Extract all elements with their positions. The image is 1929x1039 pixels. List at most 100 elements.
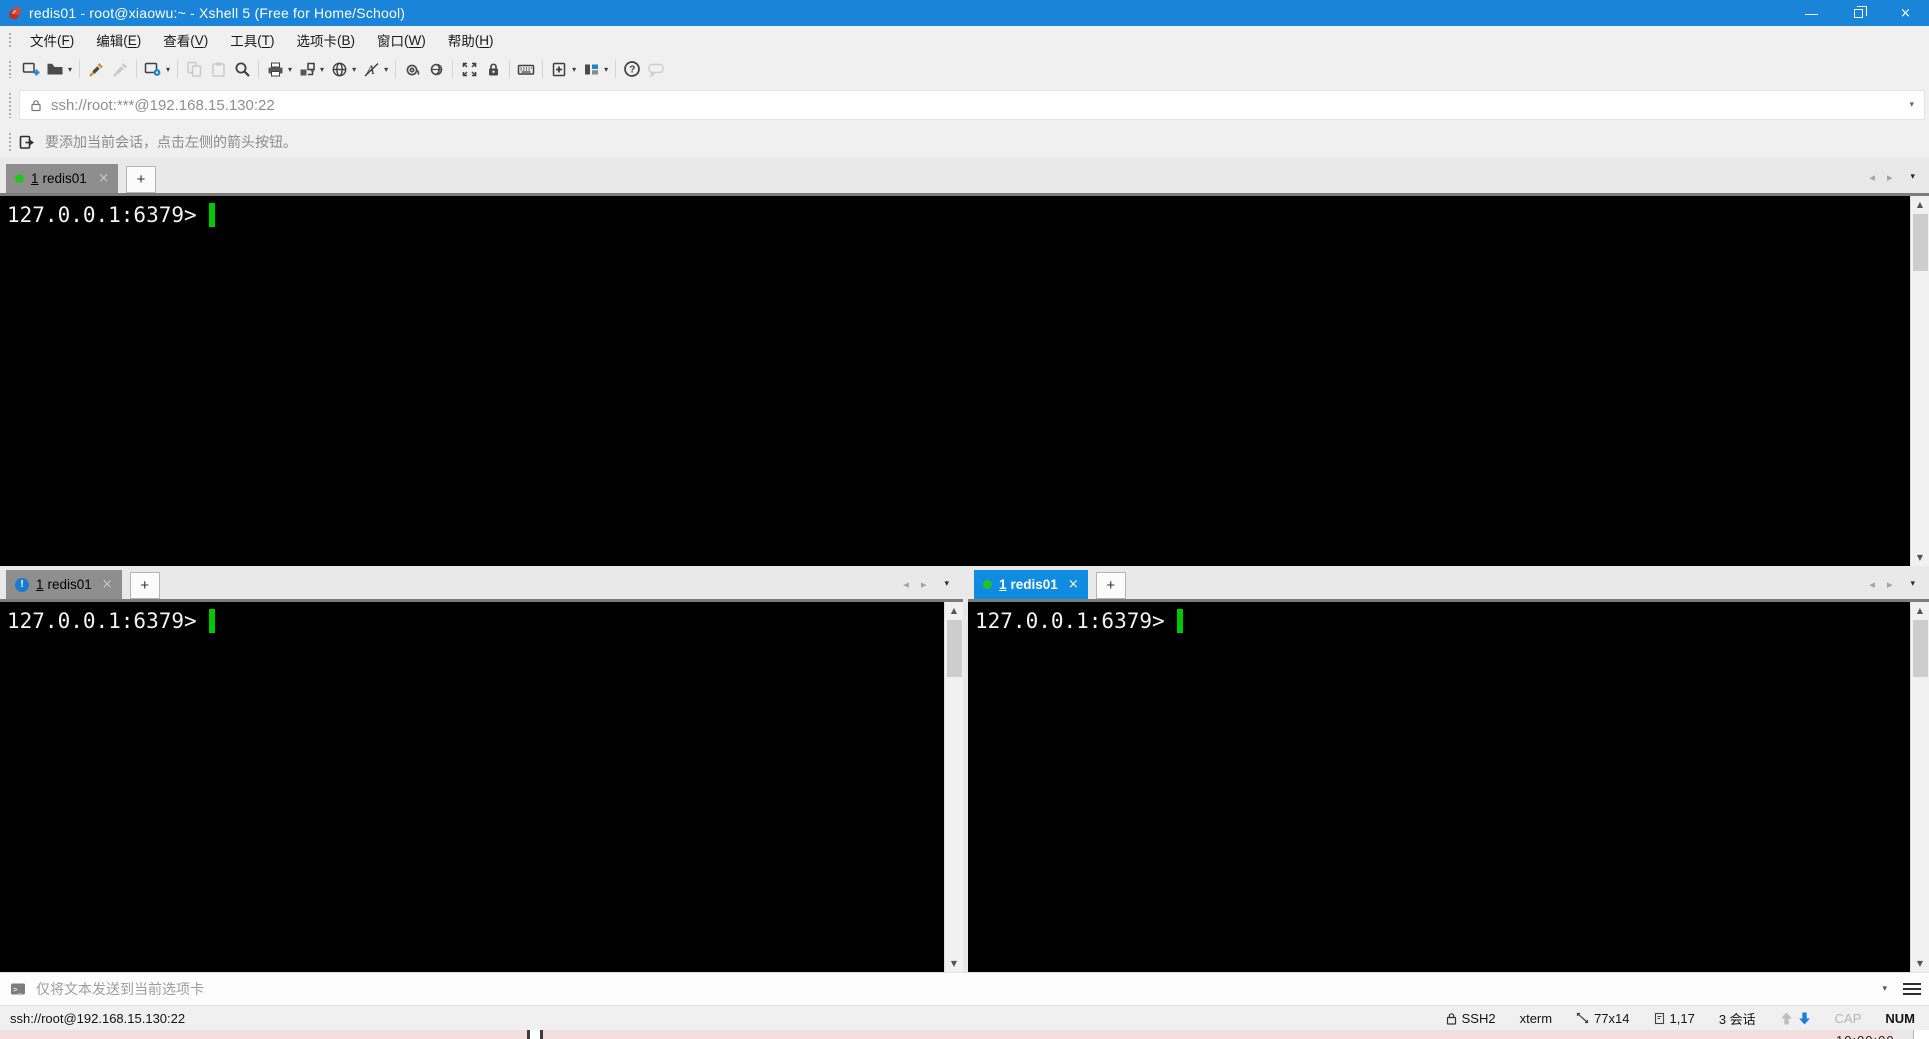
feedback-button [644, 56, 668, 82]
scroll-up-icon[interactable]: ▲ [1911, 602, 1929, 619]
tab-scroll-left-icon[interactable]: ◂ [1869, 171, 1875, 184]
shell-button[interactable] [424, 56, 448, 82]
tab-close-icon[interactable]: × [1058, 577, 1079, 592]
tab-redis01-bottom-left[interactable]: 1 redis01 × [6, 570, 122, 599]
scroll-down-icon[interactable]: ▼ [1911, 549, 1929, 566]
tab-list-dropdown[interactable]: ▾ [1910, 579, 1915, 589]
open-session-dropdown[interactable]: ▾ [67, 56, 75, 82]
scrollbar-thumb[interactable] [947, 620, 962, 677]
font-dropdown[interactable]: ▾ [383, 56, 391, 82]
open-session-button[interactable] [43, 56, 67, 82]
menu-window[interactable]: 窗口(W) [366, 26, 437, 54]
close-button[interactable]: × [1882, 0, 1929, 26]
scrollbar-thumb[interactable] [1913, 214, 1928, 271]
print-button[interactable] [263, 56, 287, 82]
lock-icon [485, 61, 502, 78]
addressbar-grip[interactable] [8, 92, 13, 117]
svg-text:>_: >_ [13, 985, 23, 994]
snail-button[interactable] [400, 56, 424, 82]
tab-layout-dropdown[interactable]: ▾ [603, 56, 611, 82]
web-browser-button[interactable] [327, 56, 351, 82]
send-text-terminal-icon[interactable]: >_ [10, 982, 26, 996]
tab-close-icon[interactable]: × [88, 171, 109, 186]
tab-redis01-bottom-right[interactable]: 1 redis01 × [974, 570, 1088, 599]
scroll-to-top-icon[interactable] [1780, 1012, 1793, 1025]
minimize-button[interactable]: — [1788, 0, 1835, 26]
menu-tab[interactable]: 选项卡(B) [286, 26, 367, 54]
compose-menu-icon[interactable] [1903, 983, 1921, 996]
menu-file[interactable]: 文件(F) [19, 26, 85, 54]
scroll-down-icon[interactable]: ▼ [945, 955, 963, 972]
tab-scroll-left-icon[interactable]: ◂ [903, 578, 909, 591]
connected-dot-icon [983, 580, 992, 589]
new-session-button[interactable] [19, 56, 43, 82]
scrollbar-bottom-right[interactable]: ▲ ▼ [1910, 602, 1929, 972]
print-dropdown[interactable]: ▾ [287, 56, 295, 82]
tab-scroll-right-icon[interactable]: ▸ [921, 578, 927, 591]
session-properties-button[interactable] [141, 56, 165, 82]
fullscreen-button[interactable] [457, 56, 481, 82]
scrollbar-thumb[interactable] [1913, 620, 1928, 677]
add-tab-button[interactable]: + [130, 572, 160, 599]
notification-icon [15, 578, 29, 592]
menu-edit[interactable]: 编辑(E) [85, 26, 152, 54]
tab-close-icon[interactable]: × [92, 577, 113, 592]
new-tab-dropdown[interactable]: ▾ [571, 56, 579, 82]
tab-scroll-right-icon[interactable]: ▸ [1887, 578, 1893, 591]
scrollbar-bottom-left[interactable]: ▲ ▼ [944, 602, 963, 972]
web-browser-dropdown[interactable]: ▾ [351, 56, 359, 82]
reconnect-dropdown[interactable]: ▾ [319, 56, 327, 82]
tab-redis01-top[interactable]: 1 redis01 × [6, 164, 118, 193]
scroll-to-bottom-icon[interactable] [1798, 1012, 1811, 1025]
fullscreen-icon [461, 61, 478, 78]
tab-list-dropdown[interactable]: ▾ [944, 579, 949, 589]
terminal-top[interactable]: 127.0.0.1:6379> [0, 196, 1910, 566]
infobar-grip[interactable] [8, 132, 13, 151]
scroll-up-icon[interactable]: ▲ [1911, 196, 1929, 213]
font-button[interactable]: A [359, 56, 383, 82]
terminal-bottom-left[interactable]: 127.0.0.1:6379> [0, 602, 944, 972]
tab-list-dropdown[interactable]: ▾ [1910, 172, 1915, 182]
scroll-down-icon[interactable]: ▼ [1911, 955, 1929, 972]
address-input[interactable] [51, 97, 1905, 114]
scrollbar-top[interactable]: ▲ ▼ [1910, 196, 1929, 566]
address-dropdown[interactable]: ▾ [1905, 100, 1918, 110]
menu-help[interactable]: 帮助(H) [437, 26, 505, 54]
speech-bubble-icon [647, 61, 665, 78]
reconnect-icon [299, 61, 316, 78]
new-tab-button[interactable] [547, 56, 571, 82]
bottom-left-tab-bar: 1 redis01 × + ◂ ▸ ▾ [0, 566, 963, 602]
lock-screen-button[interactable] [481, 56, 505, 82]
toolbar-grip[interactable] [8, 60, 13, 78]
connect-button[interactable] [84, 56, 108, 82]
tab-layout-button[interactable] [579, 56, 603, 82]
address-box: ▾ [19, 90, 1925, 120]
maximize-button[interactable] [1835, 0, 1882, 26]
terminal-cursor [209, 609, 215, 633]
menu-tools[interactable]: 工具(T) [219, 26, 285, 54]
disconnect-icon [112, 61, 129, 78]
help-button[interactable]: ? [620, 56, 644, 82]
terminal-prompt-line: 127.0.0.1:6379> [968, 602, 1910, 633]
reconnect-button[interactable] [295, 56, 319, 82]
terminal-bottom-right[interactable]: 127.0.0.1:6379> [968, 602, 1910, 972]
add-tab-button[interactable]: + [1096, 572, 1126, 599]
add-tab-button[interactable]: + [126, 166, 156, 193]
tab-scroll-left-icon[interactable]: ◂ [1869, 578, 1875, 591]
menu-view[interactable]: 查看(V) [152, 26, 219, 54]
status-protocol: SSH2 [1446, 1011, 1496, 1026]
toolbar-separator [615, 60, 616, 78]
tab-index: 1 [31, 171, 39, 186]
soft-keyboard-button[interactable] [514, 56, 538, 82]
menubar-grip[interactable] [8, 32, 13, 49]
compose-dropdown[interactable]: ▾ [1882, 984, 1887, 994]
session-properties-dropdown[interactable]: ▾ [165, 56, 173, 82]
help-icon: ? [623, 60, 641, 78]
resize-icon [1576, 1012, 1589, 1024]
info-bar-text: 要添加当前会话，点击左侧的箭头按钮。 [45, 132, 297, 152]
tab-scroll-right-icon[interactable]: ▸ [1887, 171, 1893, 184]
terminal-prompt: 127.0.0.1:6379> [7, 203, 197, 227]
scroll-up-icon[interactable]: ▲ [945, 602, 963, 619]
windows-taskbar-sliver: 10:00:00 [0, 1030, 1929, 1039]
find-button[interactable] [230, 56, 254, 82]
